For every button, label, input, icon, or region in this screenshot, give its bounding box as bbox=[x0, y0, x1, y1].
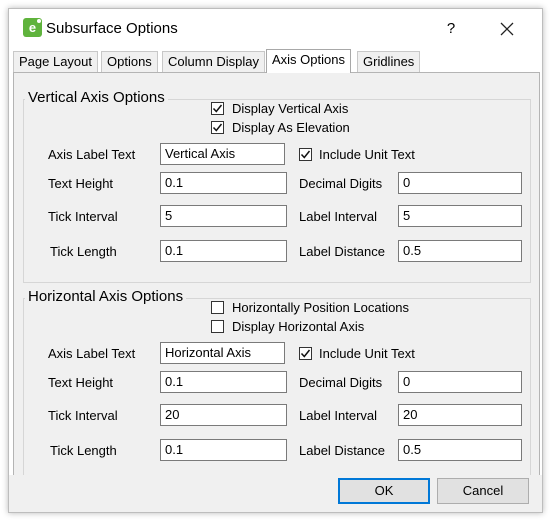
vertical-include-unit-text-label: Include Unit Text bbox=[319, 147, 415, 162]
horizontal-text-height-input[interactable]: 0.1 bbox=[160, 371, 287, 393]
dialog-title: Subsurface Options bbox=[46, 20, 178, 37]
horizontal-decimal-digits-input[interactable]: 0 bbox=[398, 371, 522, 393]
horizontal-include-unit-text-label: Include Unit Text bbox=[319, 346, 415, 361]
horizontal-tick-interval-label: Tick Interval bbox=[48, 408, 118, 423]
subsurface-options-dialog: e Subsurface Options ? Page Layout Optio… bbox=[8, 8, 543, 513]
display-as-elevation-label: Display As Elevation bbox=[232, 120, 350, 135]
vertical-axis-label-text-input[interactable]: Vertical Axis bbox=[160, 143, 285, 165]
dialog-footer: OK Cancel bbox=[9, 475, 542, 512]
tab-gridlines[interactable]: Gridlines bbox=[357, 51, 421, 72]
axis-label-text-label: Axis Label Text bbox=[48, 147, 136, 162]
horizontal-axis-label-text-input[interactable]: Horizontal Axis bbox=[160, 342, 285, 364]
app-icon: e bbox=[23, 18, 42, 37]
horizontal-tick-interval-input[interactable]: 20 bbox=[160, 404, 287, 426]
vertical-tick-interval-input[interactable]: 5 bbox=[160, 205, 287, 227]
horizontally-position-locations-checkbox[interactable] bbox=[211, 301, 224, 314]
close-icon[interactable] bbox=[495, 17, 519, 41]
tab-options[interactable]: Options bbox=[101, 51, 158, 72]
vertical-text-height-input[interactable]: 0.1 bbox=[160, 172, 287, 194]
horizontal-tick-length-input[interactable]: 0.1 bbox=[160, 439, 287, 461]
horizontal-include-unit-text-checkbox[interactable] bbox=[299, 347, 312, 360]
horizontal-label-interval-input[interactable]: 20 bbox=[398, 404, 522, 426]
label-distance-label: Label Distance bbox=[299, 244, 385, 259]
title-bar[interactable]: e Subsurface Options ? bbox=[9, 9, 542, 49]
display-as-elevation-checkbox[interactable] bbox=[211, 121, 224, 134]
vertical-decimal-digits-input[interactable]: 0 bbox=[398, 172, 522, 194]
horizontal-text-height-label: Text Height bbox=[48, 375, 114, 390]
tick-interval-label: Tick Interval bbox=[48, 209, 118, 224]
ok-button[interactable]: OK bbox=[338, 478, 430, 504]
vertical-tick-length-input[interactable]: 0.1 bbox=[160, 240, 287, 262]
display-horizontal-axis-label: Display Horizontal Axis bbox=[232, 319, 365, 334]
horizontal-label-distance-input[interactable]: 0.5 bbox=[398, 439, 522, 461]
horizontal-label-distance-label: Label Distance bbox=[299, 443, 385, 458]
tick-length-label: Tick Length bbox=[50, 244, 117, 259]
horizontal-decimal-digits-label: Decimal Digits bbox=[299, 375, 383, 390]
label-interval-label: Label Interval bbox=[299, 209, 378, 224]
display-horizontal-axis-checkbox[interactable] bbox=[211, 320, 224, 333]
cancel-button[interactable]: Cancel bbox=[437, 478, 529, 504]
decimal-digits-label: Decimal Digits bbox=[299, 176, 383, 191]
text-height-label: Text Height bbox=[48, 176, 114, 191]
tab-axis-options[interactable]: Axis Options bbox=[266, 49, 351, 73]
horizontal-axis-group-title: Horizontal Axis Options bbox=[25, 288, 187, 305]
vertical-axis-group-title: Vertical Axis Options bbox=[25, 89, 168, 106]
vertical-label-interval-input[interactable]: 5 bbox=[398, 205, 522, 227]
vertical-label-distance-input[interactable]: 0.5 bbox=[398, 240, 522, 262]
display-vertical-axis-label: Display Vertical Axis bbox=[232, 101, 349, 116]
display-vertical-axis-checkbox[interactable] bbox=[211, 102, 224, 115]
horizontal-tick-length-label: Tick Length bbox=[50, 443, 117, 458]
tab-page-layout[interactable]: Page Layout bbox=[13, 51, 99, 72]
horizontal-axis-label-text-label: Axis Label Text bbox=[48, 346, 136, 361]
vertical-include-unit-text-checkbox[interactable] bbox=[299, 148, 312, 161]
horizontal-label-interval-label: Label Interval bbox=[299, 408, 378, 423]
horizontally-position-locations-label: Horizontally Position Locations bbox=[232, 300, 410, 315]
tab-strip: Page Layout Options Column Display Axis … bbox=[9, 49, 542, 73]
help-button[interactable]: ? bbox=[440, 17, 462, 41]
tab-column-display[interactable]: Column Display bbox=[162, 51, 266, 72]
axis-options-panel: Vertical Axis Options Display Vertical A… bbox=[13, 72, 540, 476]
